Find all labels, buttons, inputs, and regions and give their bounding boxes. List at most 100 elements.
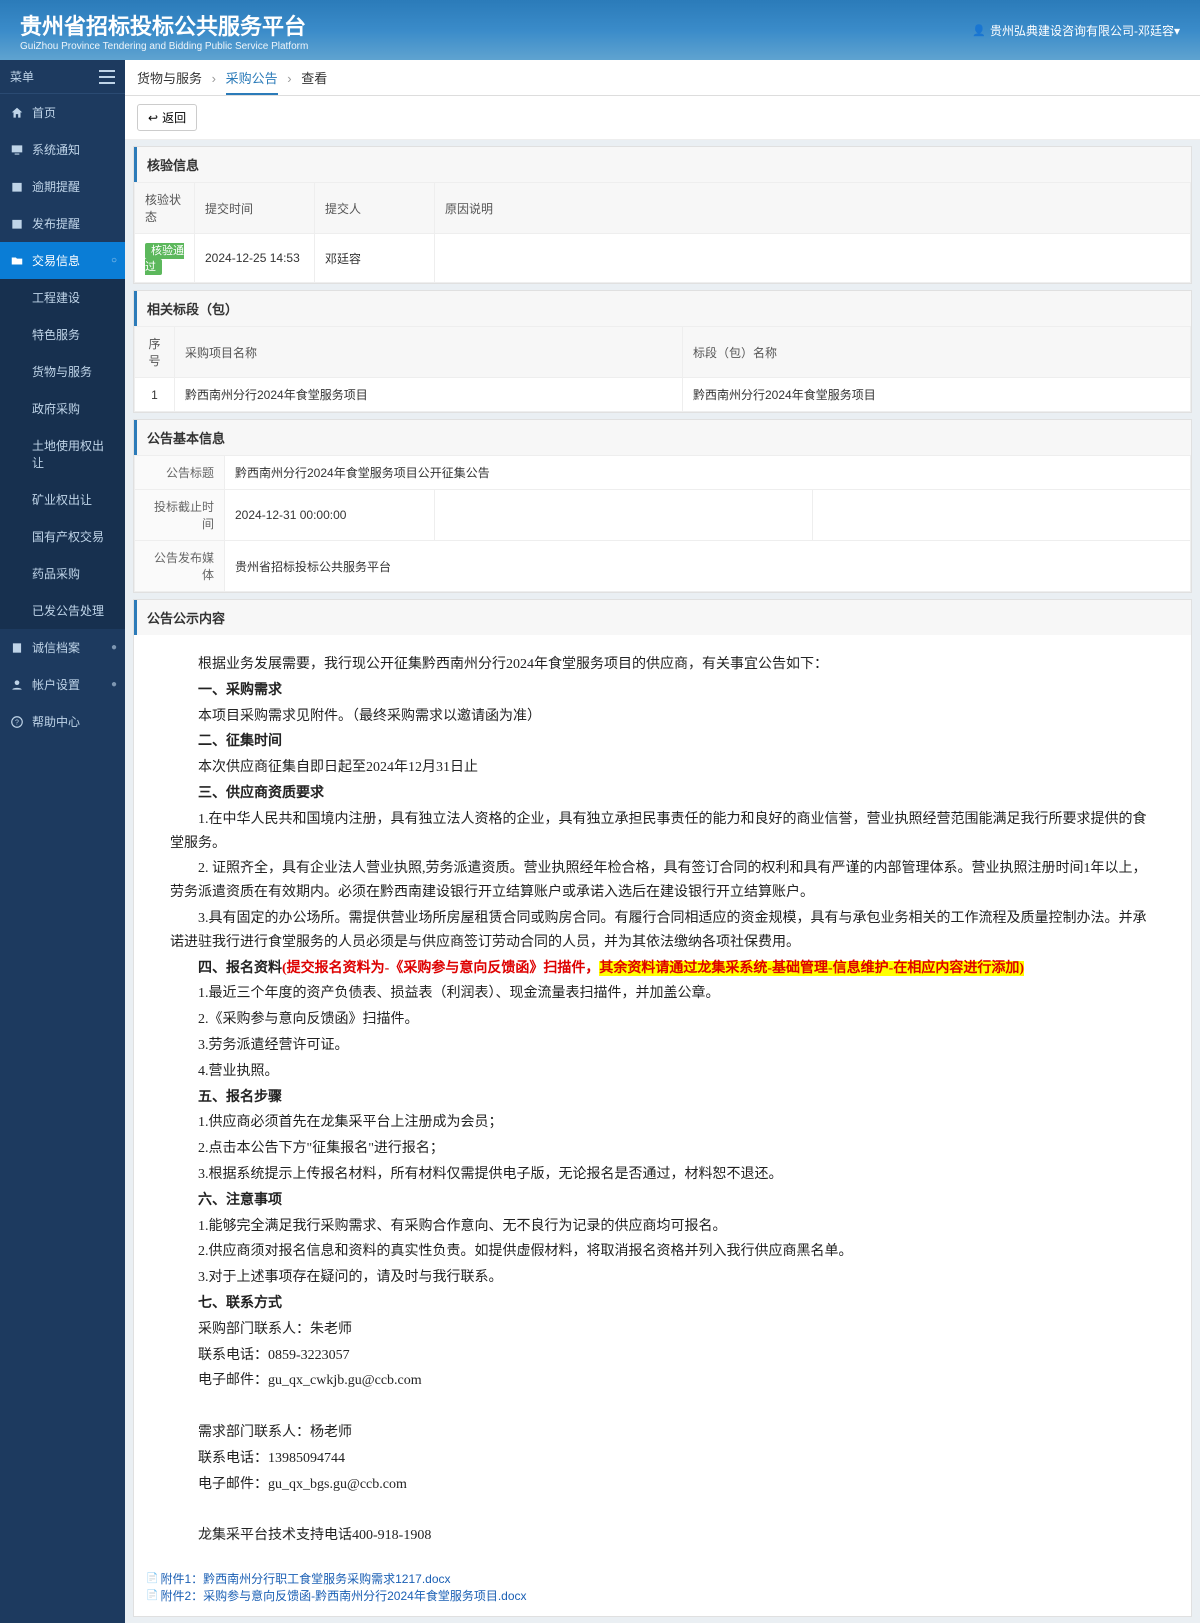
- sec5-1: 1.供应商必须首先在龙集采平台上注册成为会员；: [170, 1111, 1155, 1135]
- sidebar-item-label: 特色服务: [32, 326, 80, 343]
- sec3-title: 三、供应商资质要求: [170, 782, 1155, 806]
- sidebar-item-label: 已发公告处理: [32, 602, 104, 619]
- folder-icon: [10, 254, 24, 268]
- lots-panel: 相关标段（包） 序号 采购项目名称 标段（包）名称 1 黔西南州分行2024年食…: [133, 290, 1192, 413]
- sidebar-sub-construction[interactable]: 工程建设: [0, 279, 125, 316]
- sidebar-toggle-icon[interactable]: [99, 70, 115, 84]
- sidebar-item-label: 国有产权交易: [32, 528, 104, 545]
- empty-cell: [812, 490, 1190, 541]
- main-content: 货物与服务 › 采购公告 › 查看 ↩ 返回 核验信息 核验状态 提交时间 提交…: [125, 60, 1200, 1623]
- attachment-label: 附件1：黔西南州分行职工食堂服务采购需求1217.docx: [160, 1570, 450, 1587]
- sidebar-item-account[interactable]: 帐户设置 ●: [0, 666, 125, 703]
- sidebar-item-label: 诚信档案: [32, 639, 80, 656]
- home-icon: [10, 106, 24, 120]
- sidebar-sub-land[interactable]: 土地使用权出让: [0, 427, 125, 481]
- sidebar-sub-drug[interactable]: 药品采购: [0, 555, 125, 592]
- sec4-4: 4.营业执照。: [170, 1060, 1155, 1084]
- cell-reason: [435, 234, 1191, 283]
- cell-project: 黔西南州分行2024年食堂服务项目: [175, 378, 683, 412]
- attachment-link[interactable]: 附件2：采购参与意向反馈函-黔西南州分行2024年食堂服务项目.docx: [146, 1587, 1179, 1604]
- attachment-link[interactable]: 附件1：黔西南州分行职工食堂服务采购需求1217.docx: [146, 1570, 1179, 1587]
- sidebar-item-label: 政府采购: [32, 400, 80, 417]
- sidebar-sub-processed[interactable]: 已发公告处理: [0, 592, 125, 629]
- sidebar-item-help[interactable]: ? 帮助中心: [0, 703, 125, 740]
- value-media: 贵州省招标投标公共服务平台: [225, 541, 1191, 592]
- site-subtitle: GuiZhou Province Tendering and Bidding P…: [20, 41, 308, 52]
- sidebar-item-label: 土地使用权出让: [32, 437, 115, 471]
- panel-title: 公告基本信息: [134, 420, 1191, 455]
- sidebar-sub-gov[interactable]: 政府采购: [0, 390, 125, 427]
- menu-label: 菜单: [10, 68, 34, 85]
- sidebar-item-credit[interactable]: 诚信档案 ●: [0, 629, 125, 666]
- sec7-3: 电子邮件：gu_qx_cwkjb.gu@ccb.com: [170, 1369, 1155, 1393]
- sec4-highlight: 其余资料请通过龙集采系统-基础管理-信息维护-在相应内容进行添加): [599, 961, 1024, 976]
- sec3-3: 3.具有固定的办公场所。需提供营业场所房屋租赁合同或购房合同。有履行合同相适应的…: [170, 907, 1155, 955]
- sec5-title: 五、报名步骤: [170, 1086, 1155, 1110]
- sidebar-item-label: 工程建设: [32, 289, 80, 306]
- sec4-2: 2.《采购参与意向反馈函》扫描件。: [170, 1008, 1155, 1032]
- sidebar-item-home[interactable]: 首页: [0, 94, 125, 131]
- sidebar-sub-mining[interactable]: 矿业权出让: [0, 481, 125, 518]
- sidebar-item-overdue[interactable]: 逾期提醒: [0, 168, 125, 205]
- breadcrumb-sep: ›: [212, 71, 216, 86]
- table-row: 核验通过 2024-12-25 14:53 邓廷容: [135, 234, 1191, 283]
- th-status: 核验状态: [135, 183, 195, 234]
- expand-icon: ○: [111, 255, 117, 266]
- status-badge: 核验通过: [145, 243, 184, 275]
- sidebar-sub-property[interactable]: 国有产权交易: [0, 518, 125, 555]
- sidebar-item-label: 发布提醒: [32, 215, 80, 232]
- sec5-3: 3.根据系统提示上传报名材料，所有材料仅需提供电子版，无论报名是否通过，材料恕不…: [170, 1163, 1155, 1187]
- breadcrumb: 货物与服务 › 采购公告 › 查看: [125, 60, 1200, 96]
- announcement-intro: 根据业务发展需要，我行现公开征集黔西南州分行2024年食堂服务项目的供应商，有关…: [170, 653, 1155, 677]
- breadcrumb-item[interactable]: 采购公告: [226, 71, 278, 95]
- sidebar-item-label: 系统通知: [32, 141, 80, 158]
- panel-title: 核验信息: [134, 147, 1191, 182]
- sec7-6: 电子邮件：gu_qx_bgs.gu@ccb.com: [170, 1473, 1155, 1497]
- breadcrumb-item[interactable]: 货物与服务: [137, 71, 202, 86]
- th-project: 采购项目名称: [175, 327, 683, 378]
- th-index: 序号: [135, 327, 175, 378]
- attachment-label: 附件2：采购参与意向反馈函-黔西南州分行2024年食堂服务项目.docx: [160, 1587, 526, 1604]
- value-deadline: 2024-12-31 00:00:00: [225, 490, 435, 541]
- sidebar-sub-special[interactable]: 特色服务: [0, 316, 125, 353]
- sec3-2: 2. 证照齐全，具有企业法人营业执照,劳务派遣资质。营业执照经年检合格，具有签订…: [170, 857, 1155, 905]
- sidebar-sub-goods[interactable]: 货物与服务: [0, 353, 125, 390]
- sidebar-item-notice[interactable]: 系统通知: [0, 131, 125, 168]
- calendar-icon: [10, 217, 24, 231]
- sec2-body: 本次供应商征集自即日起至2024年12月31日止: [170, 756, 1155, 780]
- sidebar-item-label: 交易信息: [32, 252, 80, 269]
- sec7-1: 采购部门联系人：朱老师: [170, 1318, 1155, 1342]
- sidebar-item-publish[interactable]: 发布提醒: [0, 205, 125, 242]
- expand-icon: ●: [111, 642, 117, 653]
- user-menu[interactable]: 贵州弘典建设咨询有限公司-邓廷容▾: [972, 22, 1180, 39]
- sec6-title: 六、注意事项: [170, 1189, 1155, 1213]
- sec3-1: 1.在中华人民共和国境内注册，具有独立法人资格的企业，具有独立承担民事责任的能力…: [170, 808, 1155, 856]
- sec4-red: (提交报名资料为-《采购参与意向反馈函》扫描件，: [282, 961, 599, 976]
- sec1-body: 本项目采购需求见附件。（最终采购需求以邀请函为准）: [170, 705, 1155, 729]
- site-title: 贵州省招标投标公共服务平台: [20, 14, 306, 39]
- empty-cell: [435, 490, 813, 541]
- sec4-1: 1.最近三个年度的资产负债表、损益表（利润表）、现金流量表扫描件，并加盖公章。: [170, 982, 1155, 1006]
- expand-icon: ●: [111, 679, 117, 690]
- basic-table: 公告标题 黔西南州分行2024年食堂服务项目公开征集公告 投标截止时间 2024…: [134, 455, 1191, 592]
- panel-title: 公告公示内容: [134, 600, 1191, 635]
- th-lot: 标段（包）名称: [683, 327, 1191, 378]
- book-icon: [10, 641, 24, 655]
- user-icon: [10, 678, 24, 692]
- basic-panel: 公告基本信息 公告标题 黔西南州分行2024年食堂服务项目公开征集公告 投标截止…: [133, 419, 1192, 593]
- sidebar-item-label: 货物与服务: [32, 363, 92, 380]
- announcement-panel: 公告公示内容 根据业务发展需要，我行现公开征集黔西南州分行2024年食堂服务项目…: [133, 599, 1192, 1617]
- back-button[interactable]: ↩ 返回: [137, 104, 197, 131]
- monitor-icon: [10, 143, 24, 157]
- sidebar-item-trade[interactable]: 交易信息 ○: [0, 242, 125, 279]
- announcement-body: 根据业务发展需要，我行现公开征集黔西南州分行2024年食堂服务项目的供应商，有关…: [134, 635, 1191, 1566]
- sidebar-item-label: 逾期提醒: [32, 178, 80, 195]
- header: 贵州省招标投标公共服务平台 GuiZhou Province Tendering…: [0, 0, 1200, 60]
- support-line: 龙集采平台技术支持电话400-918-1908: [170, 1524, 1155, 1548]
- sidebar-item-label: 帮助中心: [32, 713, 80, 730]
- sidebar-item-label: 帐户设置: [32, 676, 80, 693]
- verification-panel: 核验信息 核验状态 提交时间 提交人 原因说明 核验通过 2024-12-25 …: [133, 146, 1192, 284]
- th-submitter: 提交人: [315, 183, 435, 234]
- back-label: 返回: [162, 109, 186, 126]
- sec4-title: 四、报名资料: [198, 961, 282, 976]
